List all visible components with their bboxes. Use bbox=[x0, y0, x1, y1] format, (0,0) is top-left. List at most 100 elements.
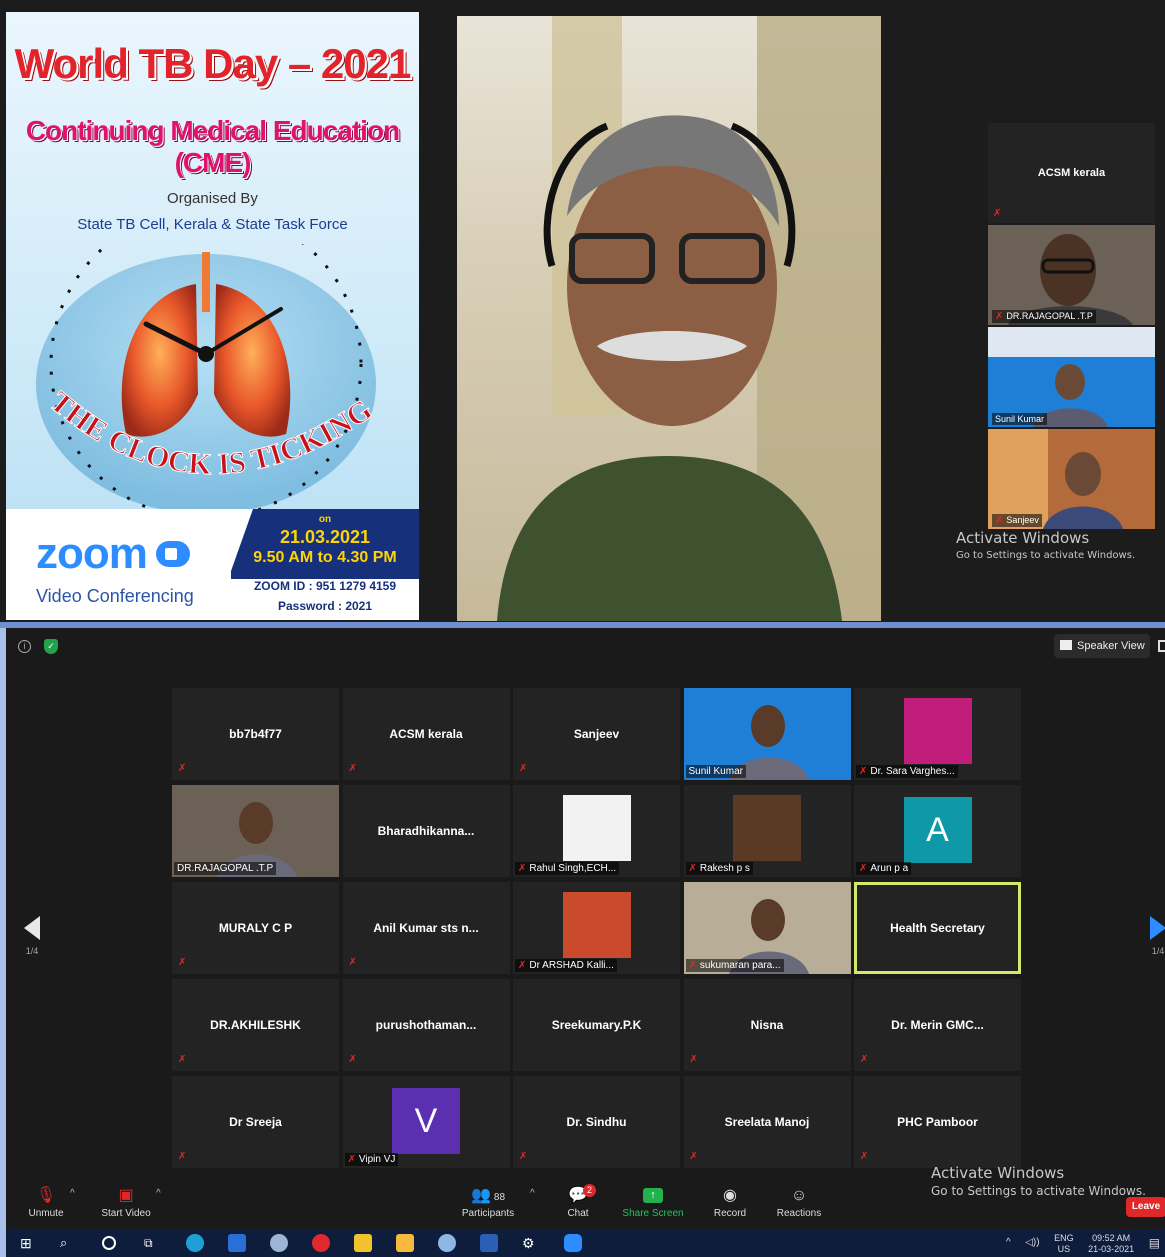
participant-tile[interactable]: DR.RAJAGOPAL .T.P bbox=[172, 785, 339, 877]
chat-label: Chat bbox=[567, 1208, 589, 1219]
meeting-toolbar: 🎙 Unmute ^ ▣ Start Video ^ 👥 88 Participa… bbox=[6, 1164, 1165, 1229]
participant-name: ✗ Dr ARSHAD Kalli... bbox=[515, 959, 617, 972]
settings-gear-icon[interactable]: ⚙ bbox=[522, 1234, 540, 1252]
strip-tile-1[interactable]: ✗ DR.RAJAGOPAL .T.P bbox=[988, 225, 1155, 325]
search-icon[interactable]: ⌕ bbox=[60, 1234, 78, 1252]
clock[interactable]: 09:52 AM 21-03-2021 bbox=[1088, 1233, 1134, 1255]
participant-name: ACSM kerala bbox=[389, 727, 463, 741]
opera-browser-icon[interactable] bbox=[312, 1234, 330, 1252]
poster-organisers: State TB Cell, Kerala & State Task Force bbox=[77, 216, 348, 233]
participant-tile[interactable]: Dr. Sindhu ✗ bbox=[513, 1076, 680, 1168]
participant-tile[interactable]: ✗ Dr ARSHAD Kalli... bbox=[513, 882, 680, 974]
mic-muted-icon: ✗ bbox=[860, 1054, 869, 1065]
participant-name: Sreekumary.P.K bbox=[551, 1018, 642, 1032]
info-icon[interactable]: i bbox=[18, 640, 31, 653]
zoom-app-icon[interactable] bbox=[564, 1234, 582, 1252]
leave-button[interactable]: Leave bbox=[1126, 1197, 1165, 1217]
participant-tile[interactable]: Dr Sreeja ✗ bbox=[172, 1076, 339, 1168]
audio-options-caret[interactable]: ^ bbox=[70, 1188, 75, 1199]
participant-tile[interactable]: ✗ Rakesh p s bbox=[683, 785, 851, 877]
strip-tile-name: ✗ Sanjeev bbox=[992, 514, 1042, 527]
participant-tile[interactable]: Sanjeev ✗ bbox=[513, 688, 680, 780]
participant-tile[interactable]: MURALY C P ✗ bbox=[172, 882, 339, 974]
participant-tile[interactable]: PHC Pamboor ✗ bbox=[854, 1076, 1021, 1168]
participant-tile[interactable]: DR.AKHILESHK ✗ bbox=[172, 979, 339, 1071]
mic-muted-icon: ✗ bbox=[519, 763, 528, 774]
participant-tile[interactable]: ACSM kerala ✗ bbox=[342, 688, 510, 780]
mic-muted-icon: ✗ bbox=[347, 1154, 356, 1165]
participant-tile[interactable]: purushothaman... ✗ bbox=[342, 979, 510, 1071]
participant-name: Anil Kumar sts n... bbox=[373, 921, 479, 935]
participant-tile[interactable]: ✗ Rahul Singh,ECH... bbox=[513, 785, 680, 877]
participant-tile[interactable]: Nisna ✗ bbox=[683, 979, 851, 1071]
zoom-camera-icon bbox=[156, 541, 190, 567]
start-video-button[interactable]: ▣ Start Video bbox=[91, 1184, 161, 1219]
participant-tile[interactable]: bb7b4f77 ✗ bbox=[172, 688, 339, 780]
participants-options-caret[interactable]: ^ bbox=[530, 1188, 535, 1199]
share-screen-button[interactable]: ↑ Share Screen bbox=[618, 1184, 688, 1219]
strip-tile-2[interactable]: Sunil Kumar bbox=[988, 327, 1155, 427]
activate-windows-title: Activate Windows bbox=[956, 529, 1090, 547]
video-camera-off-icon: ▣ bbox=[118, 1187, 134, 1204]
participant-tile[interactable]: Sreekumary.P.K bbox=[513, 979, 680, 1071]
mic-muted-icon: ✗ bbox=[178, 1054, 187, 1065]
word-icon[interactable] bbox=[480, 1234, 498, 1252]
poster-date: 21.03.2021 bbox=[279, 527, 371, 547]
cortana-icon[interactable] bbox=[102, 1236, 116, 1250]
chevron-left-icon bbox=[24, 916, 40, 940]
task-view-icon[interactable]: ⧉ bbox=[144, 1234, 162, 1252]
security-shield-icon[interactable]: ✓ bbox=[44, 639, 58, 654]
participant-tile[interactable]: ✗ Dr. Sara Varghes... bbox=[854, 688, 1021, 780]
next-page-button[interactable]: 1/4 bbox=[1146, 916, 1165, 956]
participants-button[interactable]: 👥 88 Participants bbox=[452, 1184, 524, 1219]
participant-tile[interactable]: Sreelata Manoj ✗ bbox=[683, 1076, 851, 1168]
chat-button[interactable]: 💬 2 Chat bbox=[543, 1184, 613, 1219]
active-speaker-video[interactable] bbox=[457, 16, 881, 621]
notifications-icon[interactable]: ▤ bbox=[1149, 1233, 1160, 1253]
reactions-icon: ☺ bbox=[790, 1187, 808, 1204]
video-options-caret[interactable]: ^ bbox=[156, 1188, 161, 1199]
participant-tile[interactable]: Sunil Kumar bbox=[683, 688, 851, 780]
gallery-grid: bb7b4f77 ✗ ACSM kerala ✗ Sanjeev ✗ Sunil Kumar… bbox=[172, 688, 1021, 1172]
reactions-button[interactable]: ☺ Reactions bbox=[764, 1184, 834, 1219]
edge-browser-icon[interactable] bbox=[186, 1234, 204, 1252]
participant-tile[interactable]: Health Secretary bbox=[854, 882, 1021, 974]
volume-icon[interactable]: ◁)) bbox=[1025, 1233, 1039, 1253]
participant-name: bb7b4f77 bbox=[229, 727, 282, 741]
store-icon[interactable] bbox=[228, 1234, 246, 1252]
poster-zoom-id: ZOOM ID : 951 1279 4159 bbox=[253, 579, 397, 593]
participant-name: Health Secretary bbox=[890, 921, 985, 935]
mic-muted-icon: ✗ bbox=[518, 863, 527, 874]
app-icon[interactable] bbox=[270, 1234, 288, 1252]
chevron-right-icon bbox=[1150, 916, 1165, 940]
participant-tile[interactable]: V ✗ Vipin VJ bbox=[342, 1076, 510, 1168]
participant-tile[interactable]: A ✗ Arun p a bbox=[854, 785, 1021, 877]
share-screen-label: Share Screen bbox=[622, 1208, 684, 1219]
participant-name: ✗ sukumaran para... bbox=[685, 959, 784, 972]
previous-page-button[interactable]: 1/4 bbox=[20, 916, 44, 956]
participant-name: ✗ Rakesh p s bbox=[685, 862, 753, 875]
mic-muted-icon: ✗ bbox=[993, 208, 1002, 219]
participant-tile[interactable]: Bharadhikanna... bbox=[342, 785, 510, 877]
participant-name: ✗ Arun p a bbox=[856, 862, 912, 875]
participant-name: DR.AKHILESHK bbox=[210, 1018, 301, 1032]
participant-name: Dr. Sindhu bbox=[566, 1115, 627, 1129]
participant-tile[interactable]: ✗ sukumaran para... bbox=[683, 882, 851, 974]
poster-zoom-subtitle: Video Conferencing bbox=[36, 586, 194, 606]
strip-tile-3[interactable]: ✗ Sanjeev bbox=[988, 429, 1155, 529]
participant-tile[interactable]: Anil Kumar sts n... ✗ bbox=[342, 882, 510, 974]
file-explorer-icon[interactable] bbox=[396, 1234, 414, 1252]
participant-name: ✗ Vipin VJ bbox=[344, 1153, 399, 1166]
paint-icon[interactable] bbox=[438, 1234, 456, 1252]
language-indicator[interactable]: ENG US bbox=[1054, 1233, 1074, 1255]
windows-start-icon[interactable]: ⊞ bbox=[20, 1234, 38, 1252]
fullscreen-icon[interactable] bbox=[1158, 640, 1165, 652]
speaker-view-icon bbox=[1060, 640, 1072, 650]
participant-tile[interactable]: Dr. Merin GMC... ✗ bbox=[854, 979, 1021, 1071]
mic-muted-icon: ✗ bbox=[689, 1054, 698, 1065]
notes-icon[interactable] bbox=[354, 1234, 372, 1252]
tray-chevron-icon[interactable]: ^ bbox=[1006, 1233, 1011, 1253]
strip-tile-0[interactable]: ACSM kerala ✗ bbox=[988, 123, 1155, 223]
record-button[interactable]: ◉ Record bbox=[695, 1184, 765, 1219]
speaker-view-button[interactable]: Speaker View bbox=[1054, 634, 1150, 658]
